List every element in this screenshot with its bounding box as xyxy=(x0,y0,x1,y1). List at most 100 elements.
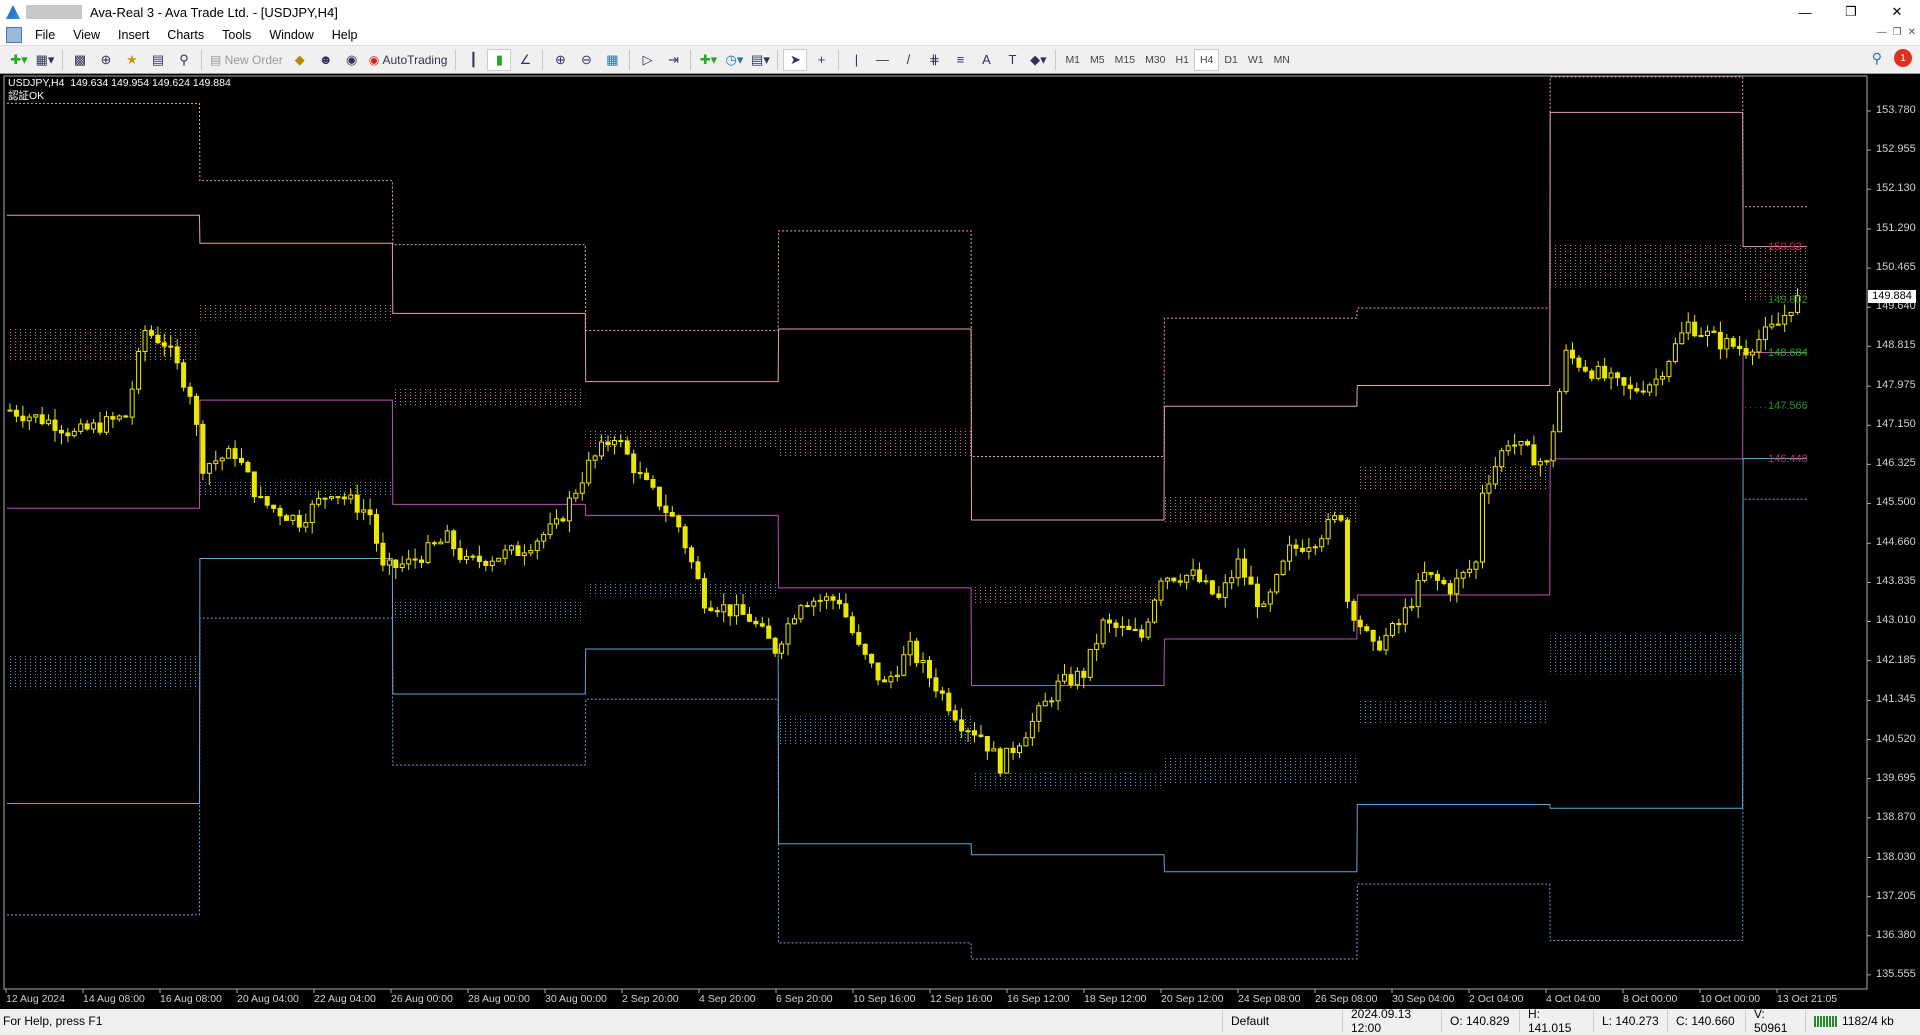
periods-icon[interactable]: ◷▾ xyxy=(722,49,746,71)
candle-body xyxy=(875,662,881,681)
candle-body xyxy=(283,515,289,521)
menu-view[interactable]: View xyxy=(64,28,109,42)
timeframe-w1[interactable]: W1 xyxy=(1243,49,1269,71)
candle-body xyxy=(740,604,746,615)
chart-window-icon[interactable] xyxy=(6,26,22,43)
child-minimize-button[interactable]: — xyxy=(1877,27,1887,38)
child-restore-button[interactable]: ❐ xyxy=(1893,27,1902,38)
title-bar: Ava-Real 3 - Ava Trade Ltd. - [USDJPY,H4… xyxy=(0,0,1920,24)
price-tick-label: 148.815 xyxy=(1876,339,1916,352)
autotrading-icon: ◉ xyxy=(368,52,383,67)
chart-shift-icon[interactable]: ⇥ xyxy=(661,49,685,71)
candle-body xyxy=(836,599,842,605)
equidistant-channel-icon[interactable]: ⋕ xyxy=(922,49,946,71)
menu-charts[interactable]: Charts xyxy=(158,28,213,42)
candle-body xyxy=(1679,332,1685,345)
candle-body xyxy=(1602,365,1608,379)
notifications-badge[interactable]: 1 xyxy=(1894,49,1912,67)
vertical-line-icon[interactable]: | xyxy=(844,49,868,71)
candle-body xyxy=(785,623,791,645)
app-logo-icon xyxy=(6,5,20,19)
support-zone xyxy=(392,599,586,621)
new-order-button[interactable]: ▤ New Order xyxy=(207,49,286,71)
candlestick-chart-icon[interactable]: ▮ xyxy=(487,48,512,71)
price-tick-label: 143.835 xyxy=(1876,575,1916,588)
bar-low: L: 140.273 xyxy=(1593,1010,1667,1032)
connection-bars-icon xyxy=(1814,1015,1838,1027)
navigator-icon[interactable]: ★ xyxy=(120,49,144,71)
timeframe-h1[interactable]: H1 xyxy=(1171,49,1194,71)
search-icon[interactable]: ⚲ xyxy=(1872,50,1882,67)
candle-body xyxy=(13,409,19,417)
candle-body xyxy=(1524,440,1530,446)
support-zone xyxy=(1550,634,1743,675)
auto-scroll-icon[interactable]: ▷ xyxy=(635,49,659,71)
terminal-icon[interactable]: ▤ xyxy=(146,49,170,71)
candle-body xyxy=(746,613,752,622)
minimize-button[interactable]: — xyxy=(1782,0,1828,24)
candle-body xyxy=(1299,547,1305,552)
timeframe-m30[interactable]: M30 xyxy=(1140,49,1170,71)
candle-body xyxy=(1132,628,1138,631)
autotrading-button[interactable]: ◉ AutoTrading xyxy=(366,49,451,71)
child-close-button[interactable]: ✕ xyxy=(1908,27,1916,38)
indicators-icon[interactable]: ✚▾ xyxy=(696,49,720,71)
maximize-button[interactable]: ❐ xyxy=(1828,0,1874,24)
strategy-tester-icon[interactable]: ⚲ xyxy=(172,49,196,71)
candle-body xyxy=(431,542,437,545)
market-icon[interactable]: ◉ xyxy=(340,49,364,71)
candle-body xyxy=(264,496,270,506)
menu-tools[interactable]: Tools xyxy=(213,28,260,42)
trendline-icon[interactable]: / xyxy=(896,49,920,71)
candle-body xyxy=(393,559,399,569)
menu-insert[interactable]: Insert xyxy=(109,28,158,42)
candle-body xyxy=(309,503,315,524)
text-label-icon[interactable]: T xyxy=(1000,49,1024,71)
price-chart[interactable] xyxy=(0,74,1920,1009)
cursor-icon[interactable]: ➤ xyxy=(783,48,808,71)
connection-status[interactable]: 1182/4 kb xyxy=(1805,1010,1920,1032)
timeframe-mn[interactable]: MN xyxy=(1269,49,1295,71)
text-icon[interactable]: A xyxy=(974,49,998,71)
timeframe-d1[interactable]: D1 xyxy=(1219,49,1242,71)
menu-file[interactable]: File xyxy=(26,28,64,42)
bar-chart-icon[interactable]: ┃ xyxy=(461,49,485,71)
timeframe-m15[interactable]: M15 xyxy=(1110,49,1140,71)
arrows-icon[interactable]: ◆▾ xyxy=(1026,49,1050,71)
candle-body xyxy=(386,559,392,566)
timeframe-h4[interactable]: H4 xyxy=(1193,48,1220,71)
timeframe-m5[interactable]: M5 xyxy=(1085,49,1110,71)
profiles-icon[interactable]: ▦▾ xyxy=(33,49,57,71)
candle-body xyxy=(791,618,797,625)
candle-body xyxy=(39,414,45,425)
fibonacci-icon[interactable]: ≡ xyxy=(948,49,972,71)
candle-body xyxy=(457,548,463,560)
tile-windows-icon[interactable]: ▦ xyxy=(600,49,624,71)
data-window-icon[interactable]: ⊕ xyxy=(94,49,118,71)
candle-body xyxy=(1660,375,1666,380)
signals-icon[interactable]: ☻ xyxy=(314,49,338,71)
zoom-in-icon[interactable]: ⊕ xyxy=(548,49,572,71)
horizontal-line-icon[interactable]: — xyxy=(870,49,894,71)
candle-body xyxy=(1087,648,1093,678)
candle-body xyxy=(1788,311,1794,316)
candle-body xyxy=(1197,569,1203,583)
menu-window[interactable]: Window xyxy=(260,28,322,42)
new-chart-icon[interactable]: ✚▾ xyxy=(7,49,31,71)
crosshair-icon[interactable]: + xyxy=(809,49,833,71)
templates-icon[interactable]: ▤▾ xyxy=(748,49,772,71)
metaeditor-icon[interactable]: ◆ xyxy=(288,49,312,71)
bar-datetime: 2024.09.13 12:00 xyxy=(1342,1007,1450,1035)
zoom-out-icon[interactable]: ⊖ xyxy=(574,49,598,71)
close-button[interactable]: ✕ xyxy=(1874,0,1920,24)
candle-body xyxy=(901,654,907,676)
candle-body xyxy=(1582,366,1588,372)
candle-body xyxy=(193,395,199,425)
market-watch-icon[interactable]: ▩ xyxy=(68,49,92,71)
line-chart-icon[interactable]: ∠ xyxy=(513,49,537,71)
chart-area[interactable]: USDJPY,H4 149.634 149.954 149.624 149.88… xyxy=(0,74,1920,1009)
time-tick-label: 24 Sep 08:00 xyxy=(1238,993,1301,1005)
timeframe-m1[interactable]: M1 xyxy=(1060,49,1085,71)
candle-body xyxy=(489,560,495,566)
menu-help[interactable]: Help xyxy=(323,28,367,42)
